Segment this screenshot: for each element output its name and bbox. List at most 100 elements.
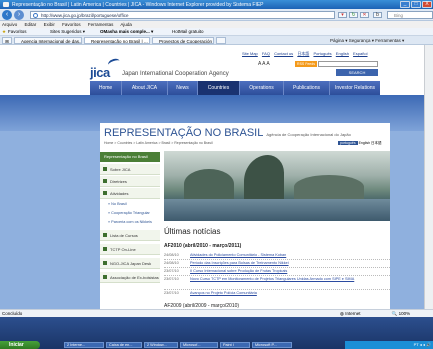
sidebar-item-ngo[interactable]: NGO-JICA Japan Desk: [100, 258, 160, 269]
status-bar: Concluído ◍ Internet 🔍 100%: [0, 309, 433, 317]
sidebar: Representação no Brasil Sobre JICA Diret…: [100, 152, 160, 309]
sidebar-item-tctp[interactable]: TCTP On-Line: [100, 244, 160, 255]
system-tray[interactable]: PT ◂ ◂ 🔊: [345, 341, 433, 349]
bullet-icon: [103, 261, 107, 265]
nav-about[interactable]: About JICA: [122, 81, 168, 95]
fav-omasha[interactable]: OMasha mais comple... ▾: [100, 28, 153, 36]
bullet-icon: [103, 275, 107, 279]
task-microsoft-p[interactable]: Microsoft P...: [252, 342, 292, 348]
portuguese-link[interactable]: Português: [313, 51, 331, 56]
favorites-button[interactable]: Favoritos: [8, 28, 27, 36]
site-search-button[interactable]: SEARCH: [336, 69, 378, 76]
faq-link[interactable]: FAQ: [262, 51, 270, 56]
global-nav: Home About JICA News Countries Operation…: [90, 81, 380, 95]
menu-ferramentas[interactable]: Ferramentas: [88, 22, 114, 27]
lang-japanese[interactable]: 日本語: [371, 141, 382, 145]
back-button[interactable]: ‹: [2, 10, 12, 20]
task-windows[interactable]: 2 Window...: [144, 342, 178, 348]
language-switcher: português English 日本語: [338, 141, 382, 146]
sidebar-header[interactable]: Representação no Brasil: [100, 152, 160, 162]
sidebar-item-sobre[interactable]: Sobre JICA: [100, 164, 160, 175]
menu-editar[interactable]: Editar: [25, 22, 37, 27]
window-titlebar: Representação no Brasil | Latin America …: [0, 0, 433, 9]
sidebar-sub-triangular[interactable]: » Cooperação Triangular: [100, 209, 160, 218]
sidebar-item-cursos[interactable]: Lista de Cursos: [100, 230, 160, 241]
tab-representacao[interactable]: Representação no Brasil | ... ✕: [84, 37, 150, 44]
spanish-link[interactable]: Español: [353, 51, 367, 56]
japanese-link[interactable]: 日本語: [297, 51, 309, 56]
bullet-icon: [103, 233, 107, 237]
rss-button[interactable]: RSS Feeds: [295, 61, 317, 67]
menu-favoritos[interactable]: Favoritos: [62, 22, 81, 27]
agency-name: Japan International Cooperation Agency: [122, 71, 229, 77]
sidebar-sub-nikkeis[interactable]: » Parceria com os Nikkeis: [100, 218, 160, 227]
sidebar-item-diretrizes[interactable]: Diretrizes: [100, 176, 160, 187]
nav-operations[interactable]: Operations: [240, 81, 284, 95]
menu-arquivo[interactable]: Arquivo: [2, 22, 17, 27]
address-bar[interactable]: http://www.jica.go.jp/brazil/portuguese/…: [30, 11, 335, 19]
bullet-icon: [103, 167, 107, 171]
zoom-control[interactable]: 🔍 100%: [392, 311, 410, 316]
task-internet[interactable]: 2 Interne...: [64, 342, 104, 348]
sidebar-sub-brasil[interactable]: » No Brasil: [100, 200, 160, 209]
bullet-icon: [103, 191, 107, 195]
nav-publications[interactable]: Publications: [284, 81, 330, 95]
start-button[interactable]: Iniciar: [0, 341, 40, 349]
stop-icon[interactable]: ✕: [360, 12, 369, 18]
menu-exibir[interactable]: Exibir: [44, 22, 55, 27]
text-size-control[interactable]: A A A: [258, 61, 270, 67]
taskbar: Iniciar 2 Interne... Caixa de en... 2 Wi…: [0, 317, 433, 349]
fav-sites-sugeridos[interactable]: Sites Sugeridos ▾: [50, 28, 85, 36]
lang-english[interactable]: English: [359, 141, 370, 145]
news-section-title: AF2010 (abril/2010 - março/2011): [164, 243, 242, 249]
search-input[interactable]: Bing: [387, 11, 433, 19]
task-inbox[interactable]: Caixa de en...: [106, 342, 142, 348]
menu-ajuda[interactable]: Ajuda: [120, 22, 132, 27]
site-search-input[interactable]: [318, 61, 378, 67]
page-icon: [33, 13, 38, 18]
status-text: Concluído: [2, 311, 23, 316]
tab-agencia[interactable]: Agencia Internacional de das...: [14, 37, 82, 44]
tab-list-icon[interactable]: ⊞: [2, 37, 12, 44]
bullet-icon: [103, 179, 107, 183]
tab-proyectos[interactable]: Proyectos de Cooperación: [152, 37, 214, 44]
forward-button[interactable]: ›: [14, 10, 24, 20]
news-heading: Últimas notícias: [164, 227, 221, 236]
nav-investor[interactable]: Investor Relations: [330, 81, 380, 95]
task-microsoft[interactable]: Microsof...: [180, 342, 218, 348]
top-links: Site Map FAQ Contact us 日本語 Português En…: [242, 51, 371, 57]
refresh-icon[interactable]: ↻: [349, 12, 358, 18]
page-subtitle: Agência de Cooperação Internacional do J…: [266, 132, 351, 137]
english-link[interactable]: English: [336, 51, 349, 56]
nav-news[interactable]: News: [168, 81, 198, 95]
sidebar-item-exbolsistas[interactable]: Associação de Ex-bolsistas: [100, 272, 160, 283]
minimize-button[interactable]: _: [400, 1, 410, 8]
sitemap-link[interactable]: Site Map: [242, 51, 258, 56]
main-content: REPRESENTAÇÃO NO BRASIL Agência de Cooper…: [100, 123, 390, 309]
menu-bar: Arquivo Editar Exibir Favoritos Ferramen…: [0, 21, 433, 28]
new-tab-button[interactable]: [216, 37, 226, 44]
close-button[interactable]: X: [422, 1, 432, 8]
jica-logo[interactable]: jica: [90, 65, 118, 81]
page-title: REPRESENTAÇÃO NO BRASIL Agência de Cooper…: [104, 127, 351, 139]
bing-icon: b: [373, 12, 382, 18]
task-paint[interactable]: Paint I: [220, 342, 250, 348]
zone-label: Internet: [345, 311, 361, 316]
address-url: http://www.jica.go.jp/brazil/portuguese/…: [41, 13, 129, 18]
nav-home[interactable]: Home: [90, 81, 122, 95]
nav-countries[interactable]: Countries: [198, 81, 240, 95]
breadcrumb: Home > Countries > Latin America > Brasi…: [104, 141, 213, 145]
fav-hotmail[interactable]: HotMail gratuito: [172, 28, 204, 36]
command-bar[interactable]: Página ▾ Segurança ▾ Ferramentas ▾: [330, 38, 404, 44]
maximize-button[interactable]: □: [411, 1, 421, 8]
vertical-scrollbar[interactable]: [424, 45, 433, 309]
window-title: Representação no Brasil | Latin America …: [12, 2, 264, 8]
lang-portuguese[interactable]: português: [338, 141, 358, 145]
favorites-bar: ★ Favoritos Sites Sugeridos ▾ OMasha mai…: [0, 28, 433, 36]
sidebar-item-atividades[interactable]: Atividades: [100, 188, 160, 199]
compatibility-icon[interactable]: ▾: [338, 12, 347, 18]
contact-link[interactable]: Contact us: [274, 51, 293, 56]
navigation-bar: ‹ › http://www.jica.go.jp/brazil/portugu…: [0, 9, 433, 21]
rio-banner-image: [164, 151, 390, 221]
web-content: jica Japan International Cooperation Age…: [0, 45, 433, 309]
